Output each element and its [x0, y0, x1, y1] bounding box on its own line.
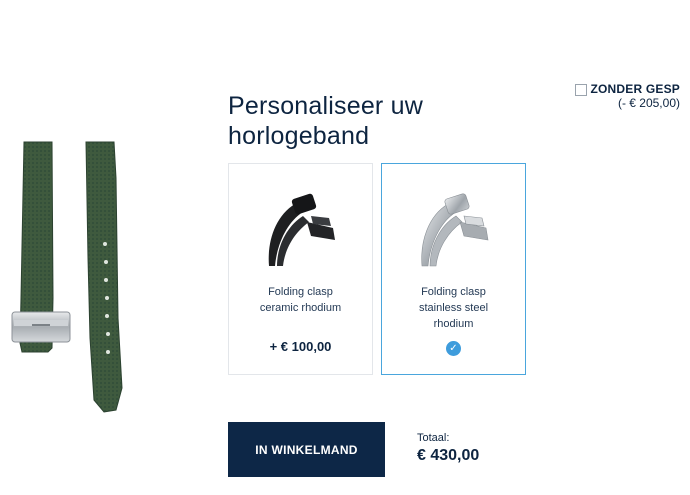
black-folding-clasp-image [268, 193, 335, 266]
without-buckle-label: ZONDER GESP [590, 82, 680, 96]
without-buckle-checkbox[interactable] [575, 84, 587, 96]
total-value: € 430,00 [417, 447, 480, 464]
clasp-option-ceramic-rhodium[interactable]: Folding clasp ceramic rhodium + € 100,00 [228, 163, 373, 375]
steel-folding-clasp-image [421, 193, 489, 267]
selected-check-icon: ✓ [446, 341, 461, 356]
clasp-option-name: Folding clasp ceramic rhodium [259, 286, 342, 314]
total-label: Totaal: [417, 432, 450, 444]
without-buckle-price: (- € 205,00) [617, 96, 680, 110]
clasp-option-stainless-steel-rhodium[interactable]: Folding clasp stainless steel rhodium ✓ [381, 163, 526, 375]
clasp-option-price: + € 100,00 [269, 339, 332, 354]
clasp-option-name: Folding clasp stainless steel rhodium [418, 286, 489, 330]
watch-strap-image [11, 141, 123, 413]
page-title: Personaliseer uw horlogeband [228, 91, 423, 150]
add-to-cart-button[interactable]: IN WINKELMAND [228, 422, 385, 477]
